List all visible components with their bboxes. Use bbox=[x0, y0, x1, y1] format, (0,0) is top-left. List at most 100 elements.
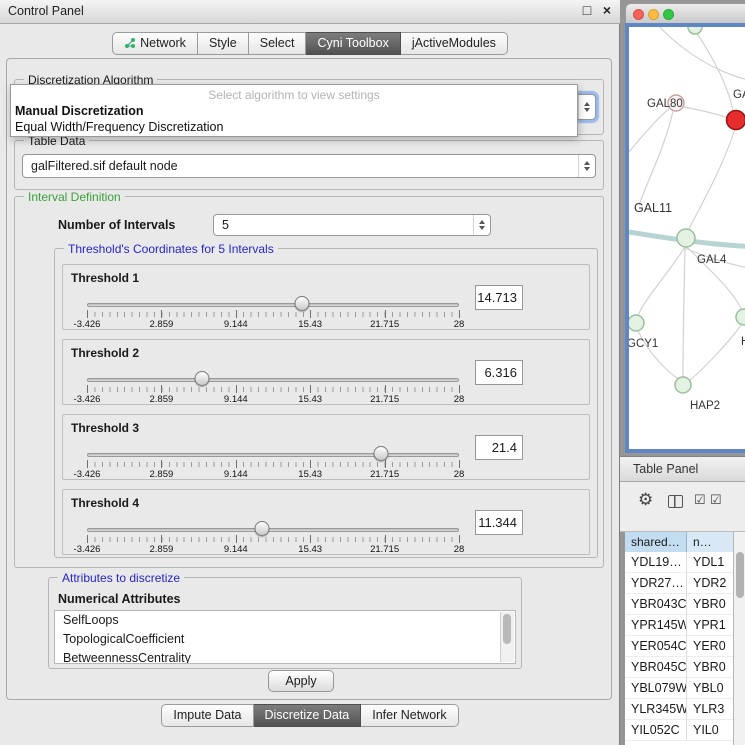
stepper-icon[interactable] bbox=[473, 215, 490, 235]
tab-network[interactable]: Network bbox=[112, 32, 198, 55]
control-panel-titlebar[interactable]: Control Panel □ × bbox=[0, 0, 620, 24]
threshold-4-slider[interactable]: -3.4262.8599.14415.4321.71528 bbox=[87, 520, 459, 554]
tab-discretize-data[interactable]: Discretize Data bbox=[254, 704, 362, 727]
table-scrollbar-thumb[interactable] bbox=[736, 552, 744, 598]
slider-major-tick bbox=[459, 385, 460, 393]
table-cell[interactable]: YDL19… bbox=[625, 552, 687, 573]
column-header-name[interactable]: n… bbox=[687, 532, 733, 552]
network-window-titlebar[interactable] bbox=[625, 3, 745, 23]
dropdown-option-manual-discretization[interactable]: Manual Discretization bbox=[11, 103, 577, 119]
table-row[interactable]: YIL052CYIL0 bbox=[625, 720, 733, 741]
network-node[interactable] bbox=[736, 309, 745, 325]
list-scrollbar-thumb[interactable] bbox=[503, 614, 511, 644]
select-none-check-icon[interactable]: ☑ bbox=[710, 492, 722, 508]
tab-jactivemodules-label: jActiveModules bbox=[412, 36, 496, 50]
minimize-traffic-light-icon[interactable] bbox=[648, 9, 659, 20]
column-header-shared-name[interactable]: shared… bbox=[625, 532, 687, 552]
tab-impute-data[interactable]: Impute Data bbox=[161, 704, 253, 727]
slider-thumb[interactable] bbox=[195, 371, 210, 386]
stepper-icon[interactable] bbox=[578, 95, 595, 119]
table-cell[interactable]: YLR3 bbox=[687, 699, 733, 720]
select-all-check-icon[interactable]: ☑ bbox=[694, 492, 706, 508]
threshold-1-slider[interactable]: -3.4262.8599.14415.4321.71528 bbox=[87, 295, 459, 329]
table-row[interactable]: YDR27…YDR2 bbox=[625, 573, 733, 594]
list-item[interactable]: SelfLoops bbox=[55, 611, 515, 630]
gear-icon[interactable]: ⚙ bbox=[638, 490, 653, 510]
table-row[interactable]: YBR043CYBR0 bbox=[625, 594, 733, 615]
table-cell[interactable]: YDR2 bbox=[687, 573, 733, 594]
app-root: Control Panel □ × Network Style Select C… bbox=[0, 0, 745, 745]
tab-style[interactable]: Style bbox=[198, 32, 249, 55]
table-cell[interactable]: YER0 bbox=[687, 636, 733, 657]
table-cell[interactable]: YDL1 bbox=[687, 552, 733, 573]
table-row[interactable]: YER054CYER0 bbox=[625, 636, 733, 657]
numerical-attributes-list[interactable]: SelfLoops TopologicalCoefficient Between… bbox=[54, 610, 516, 664]
list-item[interactable]: BetweennessCentrality bbox=[55, 649, 515, 664]
slider-track[interactable] bbox=[87, 378, 459, 382]
threshold-3-value-field[interactable]: 21.4 bbox=[475, 435, 523, 460]
table-cell[interactable]: YIL052C bbox=[625, 720, 687, 741]
threshold-2-value-field[interactable]: 6.316 bbox=[475, 360, 523, 385]
list-scrollbar[interactable] bbox=[500, 612, 514, 662]
table-scrollbar[interactable] bbox=[733, 532, 745, 745]
network-node-gal4[interactable] bbox=[677, 229, 695, 247]
table-cell[interactable]: YBR043C bbox=[625, 594, 687, 615]
table-cell[interactable]: YDR27… bbox=[625, 573, 687, 594]
slider-major-tick bbox=[310, 460, 311, 468]
table-cell[interactable]: YPR145W bbox=[625, 615, 687, 636]
close-traffic-light-icon[interactable] bbox=[633, 9, 644, 20]
tab-select[interactable]: Select bbox=[249, 32, 307, 55]
table-panel-toolbar: ⚙ ☑ ☑ bbox=[620, 482, 745, 532]
table-body[interactable]: YDL19…YDL1 YDR27…YDR2 YBR043CYBR0 YPR145… bbox=[625, 552, 733, 745]
threshold-2-slider[interactable]: -3.4262.8599.14415.4321.71528 bbox=[87, 370, 459, 404]
slider-scale-label: -3.426 bbox=[74, 394, 101, 405]
table-cell[interactable]: YBL0 bbox=[687, 678, 733, 699]
table-cell[interactable]: YIL0 bbox=[687, 720, 733, 741]
slider-thumb[interactable] bbox=[294, 296, 309, 311]
table-row[interactable]: YPR145WYPR1 bbox=[625, 615, 733, 636]
table-cell[interactable]: YBR0 bbox=[687, 657, 733, 678]
tab-jactivemodules[interactable]: jActiveModules bbox=[401, 32, 508, 55]
table-row[interactable]: YBL079WYBL0 bbox=[625, 678, 733, 699]
columns-icon[interactable] bbox=[668, 495, 683, 508]
table-cell[interactable]: YER054C bbox=[625, 636, 687, 657]
tab-infer-network[interactable]: Infer Network bbox=[361, 704, 458, 727]
network-node-red-selected[interactable] bbox=[727, 111, 745, 130]
slider-track[interactable] bbox=[87, 453, 459, 457]
threshold-3-slider[interactable]: -3.4262.8599.14415.4321.71528 bbox=[87, 445, 459, 479]
table-cell[interactable]: YBR0 bbox=[687, 594, 733, 615]
slider-scale-label: 21.715 bbox=[370, 544, 399, 555]
table-row[interactable]: YDL19…YDL1 bbox=[625, 552, 733, 573]
slider-track[interactable] bbox=[87, 528, 459, 532]
threshold-1-value-field[interactable]: 14.713 bbox=[475, 285, 523, 310]
slider-thumb[interactable] bbox=[254, 521, 269, 536]
table-cell[interactable]: YLR345W bbox=[625, 699, 687, 720]
tab-cyni-toolbox[interactable]: Cyni Toolbox bbox=[306, 32, 400, 55]
table-row[interactable]: YLR345WYLR3 bbox=[625, 699, 733, 720]
threshold-2-section: Threshold 2 -3.4262.8599.14415.4321.7152… bbox=[62, 339, 590, 405]
network-node-gcy1[interactable] bbox=[629, 315, 644, 331]
network-node[interactable] bbox=[688, 27, 702, 34]
slider-major-tick bbox=[459, 535, 460, 543]
slider-thumb[interactable] bbox=[373, 446, 388, 461]
slider-track[interactable] bbox=[87, 303, 459, 307]
node-label-clipped: GA bbox=[733, 89, 745, 101]
network-canvas[interactable]: GAL80 GA GAL11 GAL4 GCY1 HAP2 H bbox=[629, 27, 745, 449]
float-window-icon[interactable]: □ bbox=[578, 2, 596, 18]
list-item[interactable]: TopologicalCoefficient bbox=[55, 630, 515, 649]
table-row[interactable]: YBR045CYBR0 bbox=[625, 657, 733, 678]
table-cell[interactable]: YBR045C bbox=[625, 657, 687, 678]
network-node-hap2[interactable] bbox=[675, 377, 691, 393]
table-data-combobox[interactable]: galFiltered.sif default node bbox=[22, 154, 596, 178]
apply-button[interactable]: Apply bbox=[268, 670, 334, 692]
threshold-4-value-field[interactable]: 11.344 bbox=[475, 510, 523, 535]
dropdown-placeholder-option[interactable]: Select algorithm to view settings bbox=[11, 87, 577, 103]
zoom-traffic-light-icon[interactable] bbox=[663, 9, 674, 20]
dropdown-option-equal-width[interactable]: Equal Width/Frequency Discretization bbox=[11, 119, 577, 135]
table-panel-header[interactable]: Table Panel bbox=[620, 456, 745, 482]
number-of-intervals-combobox[interactable]: 5 bbox=[213, 214, 491, 236]
stepper-icon[interactable] bbox=[578, 155, 595, 177]
close-icon[interactable]: × bbox=[598, 2, 616, 18]
table-cell[interactable]: YPR1 bbox=[687, 615, 733, 636]
table-cell[interactable]: YBL079W bbox=[625, 678, 687, 699]
